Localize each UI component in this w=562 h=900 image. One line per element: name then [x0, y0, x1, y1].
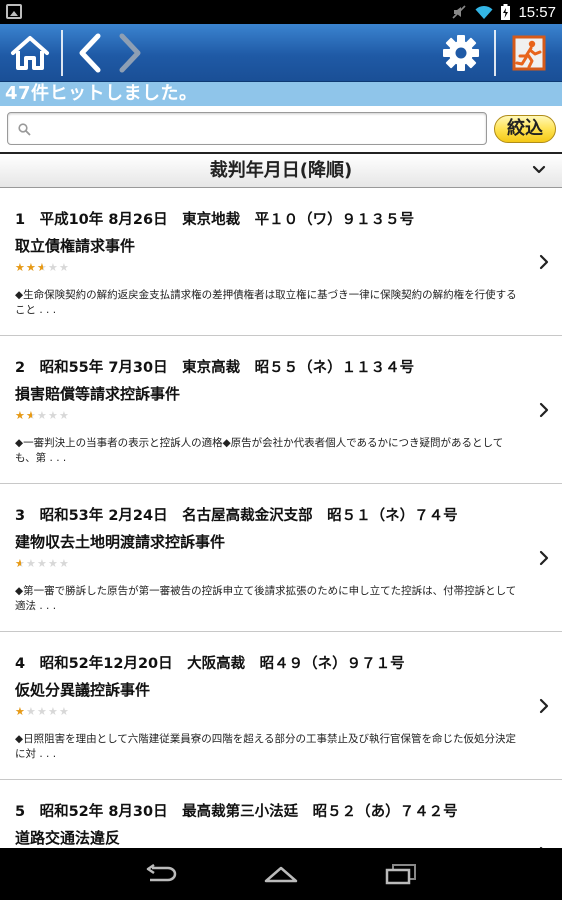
result-title: 取立債権請求事件 — [15, 237, 136, 255]
chevron-right-icon — [539, 550, 549, 566]
result-title: 道路交通法違反 — [15, 829, 121, 847]
result-item[interactable]: 1 平成10年 8月26日 東京地裁 平１０（ワ）９１３５号 取立債権請求事件 … — [0, 188, 562, 336]
wifi-icon — [475, 5, 493, 19]
status-bar: 15:57 — [0, 0, 562, 24]
result-item[interactable]: 2 昭和55年 7月30日 東京高裁 昭５５（ネ）１１３４号 損害賠償等請求控訴… — [0, 336, 562, 484]
result-title: 仮処分異議控訴事件 — [15, 681, 151, 699]
nav-home-button[interactable] — [261, 858, 301, 890]
nav-back-icon — [146, 864, 177, 882]
home-button[interactable] — [6, 24, 54, 82]
exit-icon — [512, 35, 546, 71]
sort-label: 裁判年月日(降順) — [209, 160, 353, 181]
forward-button[interactable] — [112, 24, 148, 82]
result-list: 1 平成10年 8月26日 東京地裁 平１０（ワ）９１３５号 取立債権請求事件 … — [0, 188, 562, 848]
nav-home-icon — [264, 866, 298, 883]
rating-stars: ★★★★★★★★★★ — [15, 558, 70, 573]
result-title: 損害賠償等請求控訴事件 — [15, 385, 181, 403]
search-box — [7, 112, 487, 145]
nav-back-button[interactable] — [141, 858, 181, 890]
star-icon: ★★ — [26, 557, 36, 570]
star-icon: ★★ — [26, 261, 36, 274]
sort-selector[interactable]: 裁判年月日(降順) — [0, 152, 562, 188]
result-case-info: 4 昭和52年12月20日 大阪高裁 昭４９（ネ）９７１号 — [15, 656, 405, 672]
star-icon: ★★ — [59, 261, 69, 274]
star-icon: ★★ — [26, 409, 36, 422]
rating-stars: ★★★★★★★★★★ — [15, 410, 70, 425]
star-icon: ★★ — [37, 705, 47, 718]
result-item[interactable]: 5 昭和52年 8月30日 最高裁第三小法廷 昭５２（あ）７４２号 道路交通法違… — [0, 780, 562, 848]
system-nav-bar — [0, 848, 562, 900]
star-icon: ★★ — [48, 261, 58, 274]
star-icon: ★★ — [15, 705, 25, 718]
app-header — [0, 24, 562, 82]
result-item[interactable]: 4 昭和52年12月20日 大阪高裁 昭４９（ネ）９７１号 仮処分異議控訴事件 … — [0, 632, 562, 780]
star-icon: ★★ — [48, 557, 58, 570]
chevron-right-icon — [539, 698, 549, 714]
rating-stars: ★★★★★★★★★★ — [15, 262, 70, 277]
home-icon — [11, 36, 49, 70]
result-snippet: ◆第一審で勝訴した原告が第一審被告の控訴申立て後請求拡張のために申し立てた控訴は… — [15, 585, 517, 612]
star-icon: ★★ — [26, 705, 36, 718]
star-icon: ★★ — [15, 557, 25, 570]
star-icon: ★★ — [37, 557, 47, 570]
result-title: 建物収去土地明渡請求控訴事件 — [15, 533, 226, 551]
chevron-right-icon — [539, 402, 549, 418]
chevron-right-icon — [539, 254, 549, 270]
back-button[interactable] — [72, 24, 108, 82]
nav-recents-button[interactable] — [381, 858, 421, 890]
result-case-info: 1 平成10年 8月26日 東京地裁 平１０（ワ）９１３５号 — [15, 212, 415, 228]
star-icon: ★★ — [48, 705, 58, 718]
star-icon: ★★ — [59, 557, 69, 570]
settings-button[interactable] — [438, 24, 484, 82]
header-divider — [494, 30, 496, 76]
result-case-info: 3 昭和53年 2月24日 名古屋高裁金沢支部 昭５１（ネ）７４号 — [15, 508, 458, 524]
search-row: 絞込 — [0, 106, 562, 152]
header-divider — [61, 30, 63, 76]
battery-icon — [501, 4, 511, 20]
filter-button[interactable]: 絞込 — [494, 115, 556, 143]
search-input[interactable] — [38, 117, 478, 141]
hit-count-bar: 47件ヒットしました。 — [0, 82, 562, 106]
gallery-notification-icon — [6, 4, 22, 19]
star-icon: ★★ — [48, 409, 58, 422]
star-icon: ★★ — [15, 261, 25, 274]
mute-icon — [452, 5, 467, 19]
back-icon — [79, 33, 101, 73]
search-icon — [18, 123, 31, 136]
star-icon: ★★ — [15, 409, 25, 422]
result-case-info: 2 昭和55年 7月30日 東京高裁 昭５５（ネ）１１３４号 — [15, 360, 415, 376]
result-case-info: 5 昭和52年 8月30日 最高裁第三小法廷 昭５２（あ）７４２号 — [15, 804, 458, 820]
rating-stars: ★★★★★★★★★★ — [15, 706, 70, 721]
status-time: 15:57 — [518, 3, 556, 21]
chevron-down-icon — [532, 165, 546, 174]
result-snippet: ◆生命保険契約の解約返戻金支払請求権の差押債権者は取立権に基づき一律に保険契約の… — [15, 289, 517, 316]
star-icon: ★★ — [37, 261, 47, 274]
result-snippet: ◆一審判決上の当事者の表示と控訴人の適格◆原告が会社か代表者個人であるかにつき疑… — [15, 437, 504, 464]
star-icon: ★★ — [59, 409, 69, 422]
result-item[interactable]: 3 昭和53年 2月24日 名古屋高裁金沢支部 昭５１（ネ）７４号 建物収去土地… — [0, 484, 562, 632]
exit-button[interactable] — [506, 24, 552, 82]
star-icon: ★★ — [59, 705, 69, 718]
settings-icon — [443, 35, 479, 71]
star-icon: ★★ — [37, 409, 47, 422]
hit-count-text: 47件ヒットしました。 — [5, 83, 198, 104]
result-snippet: ◆日照阻害を理由として六階建従業員寮の四階を超える部分の工事禁止及び執行官保管を… — [15, 733, 516, 760]
forward-icon — [119, 33, 141, 73]
nav-recents-icon — [385, 864, 416, 885]
